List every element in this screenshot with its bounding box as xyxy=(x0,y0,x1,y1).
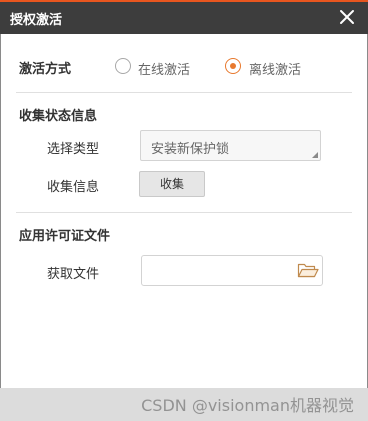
resize-grip-icon xyxy=(312,152,318,158)
authorization-dialog: 授权激活 激活方式 在线激活 离线激活 收集状态信息 选择类型 安装新保护锁 收… xyxy=(0,0,368,421)
window-frame-left xyxy=(0,34,1,388)
select-type-label: 选择类型 xyxy=(47,142,100,157)
select-type-value: 安装新保护锁 xyxy=(151,142,230,157)
dialog-footer: CSDN @visionman机器视觉 xyxy=(0,388,368,421)
folder-open-icon[interactable] xyxy=(297,261,319,279)
activation-method-label: 激活方式 xyxy=(19,62,72,77)
divider xyxy=(16,212,352,213)
collect-button[interactable]: 收集 xyxy=(139,171,205,197)
collect-info-label: 收集信息 xyxy=(47,180,100,195)
radio-offline-activation[interactable] xyxy=(225,58,241,74)
radio-offline-activation-label[interactable]: 离线激活 xyxy=(249,59,301,78)
watermark-text: CSDN @visionman机器视觉 xyxy=(141,396,354,415)
radio-online-activation-label[interactable]: 在线激活 xyxy=(138,59,190,78)
radio-online-activation[interactable] xyxy=(115,58,131,74)
collect-section-heading: 收集状态信息 xyxy=(19,109,98,124)
title-bar: 授权激活 xyxy=(0,0,368,34)
select-type-dropdown[interactable]: 安装新保护锁 xyxy=(140,130,321,161)
divider xyxy=(16,92,352,93)
get-file-label: 获取文件 xyxy=(47,267,100,282)
close-icon[interactable] xyxy=(338,8,356,26)
license-file-field[interactable] xyxy=(141,255,323,286)
dialog-title: 授权激活 xyxy=(10,13,63,28)
license-section-heading: 应用许可证文件 xyxy=(19,229,111,244)
